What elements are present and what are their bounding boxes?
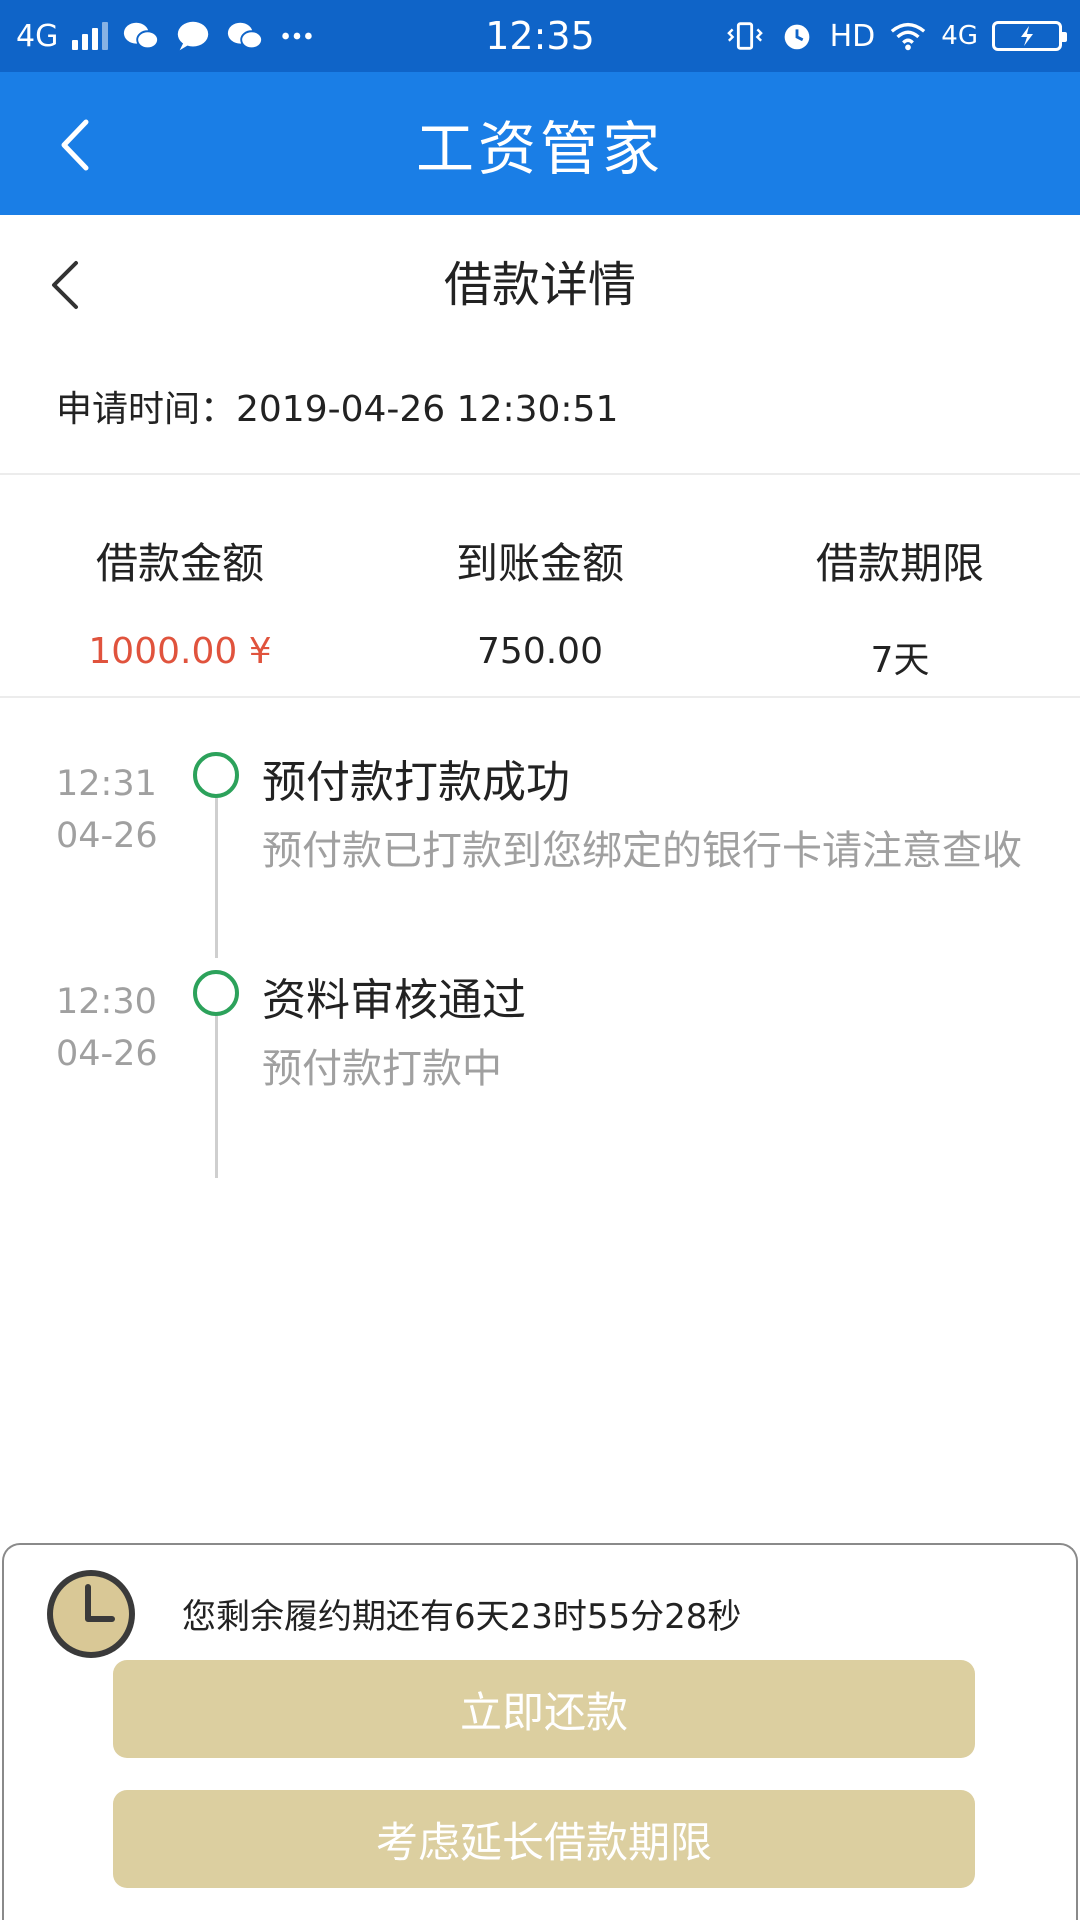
timeline-time: 12:30 04-26: [56, 976, 158, 1080]
timeline-line: [215, 1016, 218, 1178]
page-header: 借款详情: [0, 215, 1080, 345]
clock-icon: [47, 1570, 135, 1658]
summary-received-amount: 到账金额 750.00: [360, 530, 720, 672]
wifi-icon: [891, 22, 926, 51]
apply-time: 申请时间：2019-04-26 12:30:51: [56, 389, 619, 430]
more-icon: [282, 32, 313, 40]
repay-now-button[interactable]: 立即还款: [113, 1660, 975, 1758]
summary-label: 到账金额: [455, 539, 624, 588]
summary-value: 750.00: [477, 631, 603, 672]
signal-icon: [72, 22, 109, 50]
wechat-icon: [124, 22, 160, 50]
timeline-desc: 预付款打款中: [262, 1046, 502, 1092]
timeline-clock: 12:31: [56, 764, 157, 804]
vibrate-icon: [726, 22, 763, 50]
summary-label: 借款期限: [815, 539, 984, 588]
summary-label: 借款金额: [95, 539, 264, 588]
success-dot-icon: [193, 752, 239, 798]
hd-indicator: HD: [829, 18, 876, 54]
loan-summary: 借款金额 1000.00 ¥ 到账金额 750.00 借款期限 7天: [0, 530, 1080, 681]
page-back-icon[interactable]: [40, 255, 90, 315]
app-title: 工资管家: [415, 114, 664, 183]
success-dot-icon: [193, 970, 239, 1016]
timeline-clock: 12:30: [56, 982, 157, 1022]
back-arrow-icon[interactable]: [50, 110, 100, 180]
page-title: 借款详情: [443, 257, 636, 313]
divider: [0, 473, 1080, 475]
status-bar: 4G 12:35 HD 4G: [0, 0, 1080, 72]
timeline-desc: 预付款已打款到您绑定的银行卡请注意查收: [262, 828, 1022, 874]
repayment-panel: 您剩余履约期还有6天23时55分28秒 立即还款 考虑延长借款期限: [2, 1543, 1078, 1920]
timeline-time: 12:31 04-26: [56, 758, 158, 862]
extend-term-button[interactable]: 考虑延长借款期限: [113, 1790, 975, 1888]
divider: [0, 696, 1080, 698]
timeline-title: 资料审核通过: [262, 975, 526, 1026]
summary-loan-term: 借款期限 7天: [720, 530, 1080, 681]
summary-loan-amount: 借款金额 1000.00 ¥: [0, 530, 360, 672]
timeline-title: 预付款打款成功: [262, 757, 570, 808]
timeline-date: 04-26: [56, 816, 158, 856]
summary-value: 7天: [870, 640, 930, 681]
app-title-bar: 工资管家: [0, 72, 1080, 215]
countdown-text: 您剩余履约期还有6天23时55分28秒: [182, 1597, 742, 1637]
battery-icon: [992, 21, 1067, 51]
network-type-right: 4G: [941, 21, 978, 51]
network-type: 4G: [16, 18, 59, 54]
wechat-icon-2: [228, 22, 264, 50]
status-left: 4G: [16, 0, 316, 72]
message-icon: [178, 21, 209, 51]
alarm-icon: [784, 24, 809, 50]
summary-value: 1000.00 ¥: [88, 631, 272, 672]
timeline-line: [215, 798, 218, 958]
status-right: HD 4G: [726, 0, 1067, 72]
timeline-date: 04-26: [56, 1034, 158, 1074]
